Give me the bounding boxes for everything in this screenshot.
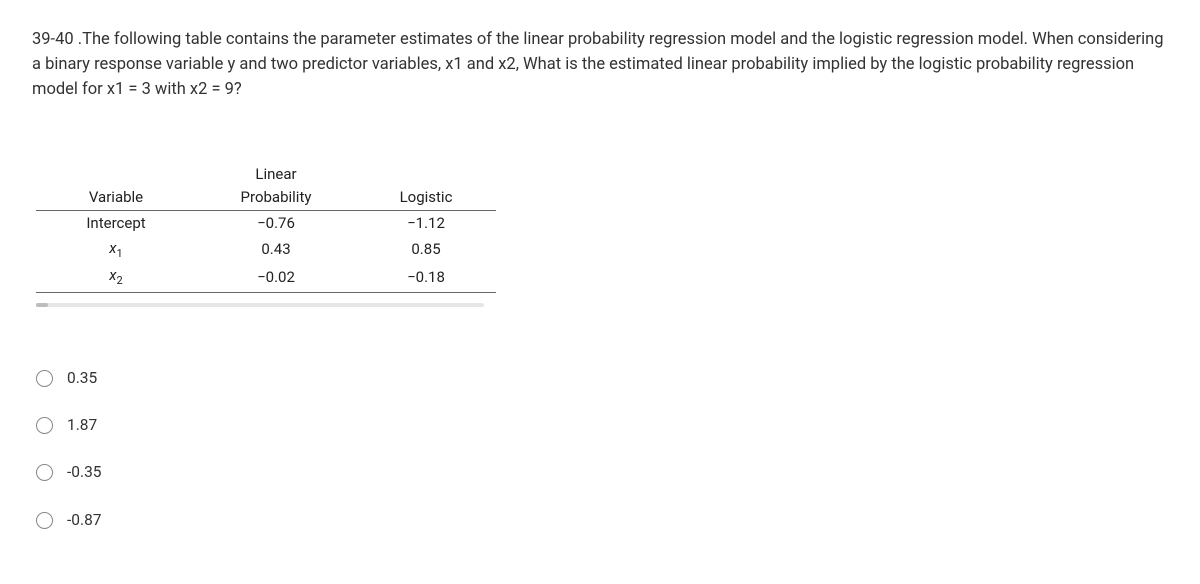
cell-linear: −0.76 [196, 211, 356, 236]
th-logistic: Logistic [356, 162, 496, 211]
table-scrollbar-thumb[interactable] [36, 303, 48, 307]
cell-linear: −0.02 [196, 263, 356, 292]
table-row: Intercept −0.76 −1.12 [36, 211, 496, 236]
cell-linear: 0.43 [196, 236, 356, 264]
radio-icon [36, 370, 53, 387]
th-linear-line2: Probability [241, 188, 312, 206]
cell-logistic: −0.18 [356, 263, 496, 292]
cell-variable: x2 [36, 263, 196, 292]
option-3[interactable]: -0.87 [36, 509, 1168, 532]
option-label: 1.87 [67, 414, 97, 437]
option-label: -0.87 [67, 509, 102, 532]
options-group: 0.35 1.87 -0.35 -0.87 [36, 367, 1168, 532]
option-1[interactable]: 1.87 [36, 414, 1168, 437]
question-text: 39-40 .The following table contains the … [32, 28, 1168, 102]
th-variable: Variable [36, 162, 196, 211]
th-linear: Linear Probability [196, 162, 356, 211]
option-label: -0.35 [67, 461, 102, 484]
parameter-table: Variable Linear Probability Logistic Int… [36, 162, 496, 293]
table-row: x1 0.43 0.85 [36, 236, 496, 264]
radio-icon [36, 512, 53, 529]
option-2[interactable]: -0.35 [36, 461, 1168, 484]
th-linear-line1: Linear [255, 165, 296, 183]
table-scrollbar[interactable] [36, 303, 484, 307]
option-0[interactable]: 0.35 [36, 367, 1168, 390]
table-row: x2 −0.02 −0.18 [36, 263, 496, 292]
radio-icon [36, 464, 53, 481]
cell-logistic: −1.12 [356, 211, 496, 236]
option-label: 0.35 [67, 367, 97, 390]
cell-variable: x1 [36, 236, 196, 264]
cell-logistic: 0.85 [356, 236, 496, 264]
cell-variable: Intercept [36, 211, 196, 236]
radio-icon [36, 417, 53, 434]
